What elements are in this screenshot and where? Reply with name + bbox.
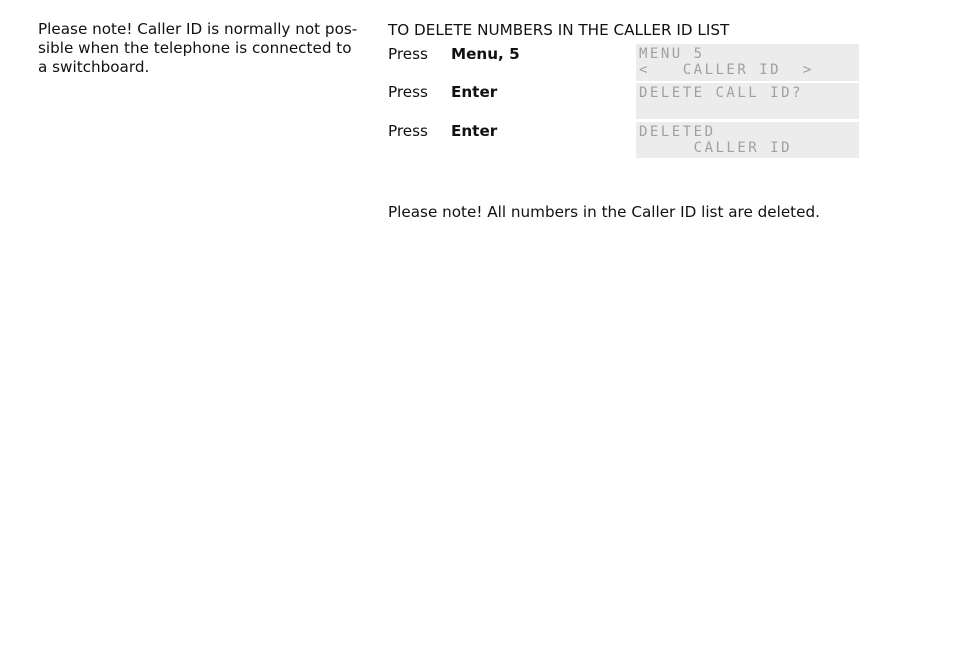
lcd-display: DELETED CALLER ID — [636, 122, 859, 158]
step-key: Enter — [451, 83, 498, 101]
lcd-line: < CALLER ID > — [639, 62, 814, 78]
step-key: Enter — [451, 122, 498, 140]
step-key: Menu, 5 — [451, 45, 520, 63]
step-action: Press — [388, 122, 428, 140]
lcd-line: CALLER ID — [639, 140, 793, 156]
lcd-display: DELETE CALL ID? — [636, 83, 859, 119]
lcd-line: DELETE CALL ID? — [639, 85, 803, 101]
section-title: TO DELETE NUMBERS IN THE CALLER ID LIST — [388, 21, 730, 39]
note-line: a switchboard. — [38, 58, 150, 76]
note-line: Please note! Caller ID is normally not p… — [38, 20, 358, 38]
lcd-line: DELETED — [639, 124, 716, 140]
lcd-display: MENU 5 < CALLER ID > — [636, 44, 859, 81]
lcd-line: MENU 5 — [639, 46, 705, 62]
note-line: sible when the telephone is connected to — [38, 39, 352, 57]
step-action: Press — [388, 83, 428, 101]
step-action: Press — [388, 45, 428, 63]
switchboard-note: Please note! Caller ID is normally not p… — [38, 20, 358, 77]
deleted-note: Please note! All numbers in the Caller I… — [388, 203, 820, 221]
